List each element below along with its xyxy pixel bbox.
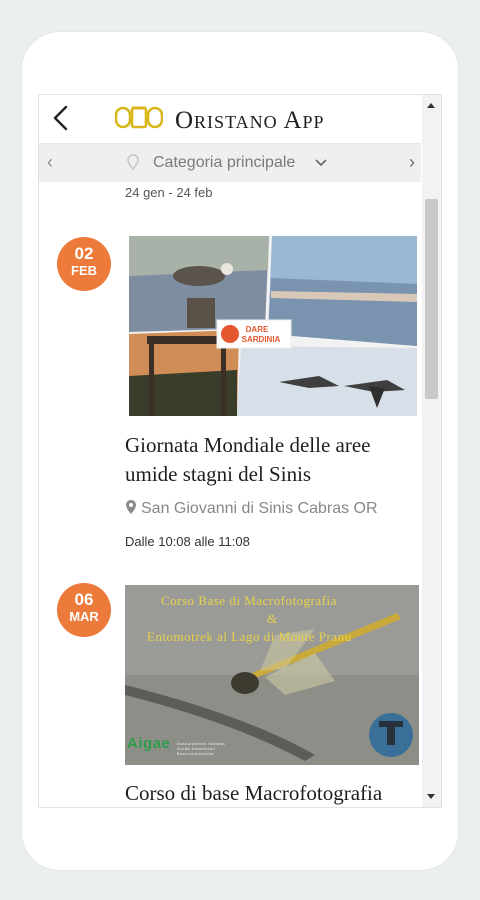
event-title[interactable]: Corso di base Macrofotografia xyxy=(125,779,425,807)
chevron-down-icon[interactable] xyxy=(315,158,327,168)
event-time: Dalle 10:08 alle 11:08 xyxy=(125,534,250,549)
event-day: 06 xyxy=(74,590,94,609)
image-text-line1: Corso Base di Macrofotografia xyxy=(161,593,337,608)
event-image[interactable]: Corso Base di Macrofotografia & Entomotr… xyxy=(125,585,419,765)
event-day: 02 xyxy=(74,244,94,263)
scrollbar-thumb[interactable] xyxy=(425,199,438,399)
location-pin-icon xyxy=(126,500,136,514)
event-month: FEB xyxy=(71,263,97,278)
scroll-down-arrow-icon[interactable] xyxy=(427,794,435,799)
app-header: Oristano App xyxy=(39,95,421,144)
event-date-badge: 06 MAR xyxy=(57,583,111,637)
image-badge-line1: DARE xyxy=(246,325,269,334)
date-range: 24 gen - 24 feb xyxy=(125,185,213,200)
category-next-button[interactable]: › xyxy=(409,152,415,173)
app-title: Oristano App xyxy=(175,107,325,134)
scroll-up-arrow-icon[interactable] xyxy=(427,103,435,108)
event-location-text: San Giovanni di Sinis Cabras OR xyxy=(141,500,378,517)
app-logo-icon xyxy=(115,106,163,129)
event-title[interactable]: Giornata Mondiale delle aree umide stagn… xyxy=(125,431,425,489)
image-badge-line2: SARDINIA xyxy=(242,335,281,344)
category-bar: ‹ Categoria principale › xyxy=(39,144,421,182)
event-collage-image: DARE SARDINIA xyxy=(129,236,417,416)
event-location: San Giovanni di Sinis Cabras OR xyxy=(125,499,378,518)
scrollbar[interactable] xyxy=(422,95,441,807)
event-date-badge: 02 FEB xyxy=(57,237,111,291)
event-image[interactable]: DARE SARDINIA xyxy=(129,236,417,416)
event-month: MAR xyxy=(69,609,99,624)
back-arrow-icon[interactable] xyxy=(47,103,77,133)
image-text-line3: Entomotrek al Lago di Monte Pranu xyxy=(147,629,352,644)
location-pin-icon xyxy=(127,154,139,170)
category-prev-button[interactable]: ‹ xyxy=(47,152,53,173)
image-text-line2: & xyxy=(267,611,278,626)
category-select[interactable]: Categoria principale xyxy=(153,154,295,172)
app-screen: Oristano App ‹ Categoria principale › 24… xyxy=(38,94,442,808)
image-logo-subtext: Associazione Italiana Guide Ambientali E… xyxy=(177,741,226,756)
image-logo-text: Aigae xyxy=(127,735,171,752)
